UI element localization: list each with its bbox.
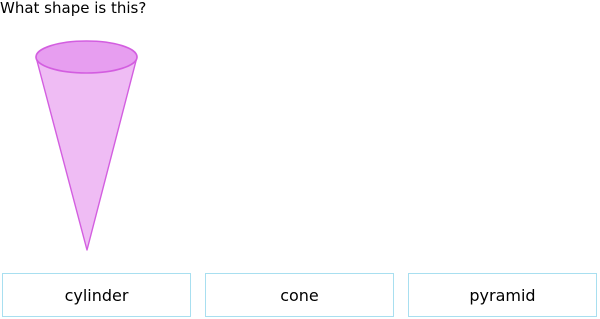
cone-icon (35, 40, 138, 251)
cone-figure (0, 0, 160, 264)
choice-label: cone (280, 285, 319, 305)
choice-label: cylinder (64, 285, 129, 305)
choice-pyramid-button[interactable]: pyramid (408, 273, 597, 317)
cone-body (35, 56, 138, 251)
answer-choices: cylinder cone pyramid (2, 273, 598, 317)
choice-cylinder-button[interactable]: cylinder (2, 273, 191, 317)
cone-top-ellipse (35, 40, 138, 74)
choice-cone-button[interactable]: cone (205, 273, 394, 317)
choice-label: pyramid (469, 285, 536, 305)
